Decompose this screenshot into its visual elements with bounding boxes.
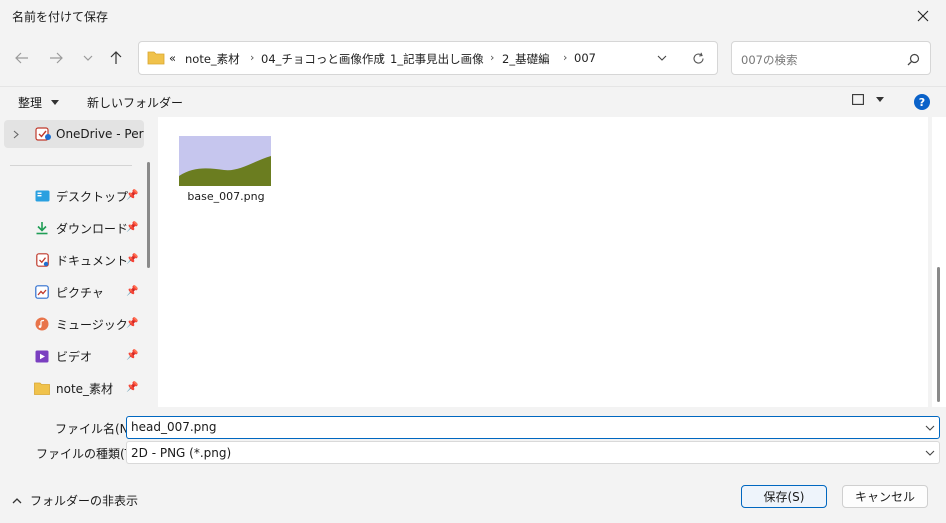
close-icon <box>917 10 929 22</box>
forward-button[interactable] <box>42 44 70 72</box>
filetype-select[interactable]: 2D - PNG (*.png) <box>126 441 940 464</box>
hide-folders-label: フォルダーの非表示 <box>30 494 139 508</box>
chevron-down-icon[interactable] <box>657 55 667 61</box>
cancel-button[interactable]: キャンセル <box>842 485 928 508</box>
breadcrumb-separator-icon: › <box>490 51 495 64</box>
sidebar-scrollbar-thumb[interactable] <box>147 162 150 268</box>
command-bar: 整理 新しいフォルダー ? <box>0 86 946 116</box>
help-icon[interactable]: ? <box>914 94 930 110</box>
navigation-pane: OneDrive - Perso デスクトップ 📌 ダウンロード 📌 ドキュメン… <box>0 117 158 407</box>
view-options-button[interactable] <box>852 94 884 105</box>
save-button[interactable]: 保存(S) <box>741 485 827 508</box>
sidebar-item-label: note_素材 <box>56 381 114 396</box>
search-placeholder: 007の検索 <box>741 53 798 67</box>
chevron-up-icon <box>12 497 22 503</box>
onedrive-icon <box>35 127 51 141</box>
sidebar-item-label: ミュージック <box>56 317 128 332</box>
recent-locations-button[interactable] <box>74 44 102 72</box>
sidebar-item-onedrive[interactable]: OneDrive - Perso <box>4 120 144 148</box>
download-icon <box>34 220 50 236</box>
folder-icon <box>34 380 50 396</box>
arrow-left-icon <box>15 52 28 64</box>
chevron-right-icon[interactable] <box>13 130 19 139</box>
new-folder-button[interactable]: 新しいフォルダー <box>87 94 183 111</box>
caret-down-icon <box>876 97 884 102</box>
filetype-value: 2D - PNG (*.png) <box>131 446 232 460</box>
pin-icon[interactable]: 📌 <box>126 286 138 297</box>
video-icon <box>34 348 50 364</box>
pin-icon[interactable]: 📌 <box>126 222 138 233</box>
breadcrumb-item[interactable]: note_素材 <box>185 51 240 67</box>
sidebar-item-label: デスクトップ <box>56 189 129 204</box>
sidebar-divider <box>10 165 132 166</box>
sidebar-item-label: ドキュメント <box>56 253 129 268</box>
document-icon <box>34 252 50 268</box>
breadcrumb-item[interactable]: 1_記事見出し画像 <box>390 51 484 67</box>
title-bar: 名前を付けて保存 <box>0 0 946 32</box>
breadcrumb-item-current[interactable]: 007 <box>574 51 596 65</box>
pictures-icon <box>34 284 50 300</box>
window-title: 名前を付けて保存 <box>12 10 109 24</box>
search-box[interactable]: 007の検索 <box>731 41 931 75</box>
breadcrumb-overflow[interactable]: « <box>169 51 176 65</box>
pin-icon[interactable]: 📌 <box>126 350 138 361</box>
close-button[interactable] <box>900 0 946 32</box>
breadcrumb-separator-icon: › <box>250 51 255 64</box>
folder-icon <box>147 51 165 65</box>
up-button[interactable] <box>102 44 130 72</box>
breadcrumb-item[interactable]: 2_基礎編 <box>502 51 550 67</box>
sidebar-item-label: ビデオ <box>56 349 93 364</box>
filename-value: head_007.png <box>131 420 217 434</box>
view-icon <box>852 94 864 105</box>
filename-input[interactable]: head_007.png <box>126 416 940 439</box>
arrow-up-icon <box>110 51 122 64</box>
file-item[interactable]: base_007.png <box>178 136 274 206</box>
music-icon <box>34 316 50 332</box>
content-scrollbar[interactable] <box>932 117 946 407</box>
arrow-right-icon <box>50 52 63 64</box>
chevron-down-icon <box>83 55 93 61</box>
file-list: base_007.png <box>158 117 928 407</box>
pin-icon[interactable]: 📌 <box>126 190 138 201</box>
breadcrumb-separator-icon: › <box>563 51 568 64</box>
pin-icon[interactable]: 📌 <box>126 382 138 393</box>
caret-down-icon <box>51 100 60 105</box>
desktop-icon <box>34 188 50 204</box>
pin-icon[interactable]: 📌 <box>126 318 138 329</box>
sidebar-item-label: ダウンロード <box>56 221 129 236</box>
hide-folders-button[interactable]: フォルダーの非表示 <box>12 492 138 509</box>
chevron-down-icon[interactable] <box>925 450 935 456</box>
sidebar-item-label: OneDrive - Perso <box>56 127 144 141</box>
address-bar[interactable]: « note_素材 › 04_チョコっと画像作成 › 1_記事見出し画像 › 2… <box>138 41 718 75</box>
chevron-down-icon[interactable] <box>925 425 935 431</box>
breadcrumb-separator-icon: › <box>379 51 384 64</box>
file-name: base_007.png <box>187 190 265 203</box>
file-thumbnail <box>179 136 271 186</box>
refresh-icon[interactable] <box>692 52 705 65</box>
pin-icon[interactable]: 📌 <box>126 254 138 265</box>
organize-button[interactable]: 整理 <box>18 94 60 111</box>
scrollbar-thumb[interactable] <box>937 267 940 402</box>
breadcrumb-item[interactable]: 04_チョコっと画像作成 <box>261 51 385 67</box>
save-form: ファイル名(N): head_007.png ファイルの種類(T): 2D - … <box>0 407 946 523</box>
sidebar-item-label: ピクチャ <box>56 285 104 300</box>
back-button[interactable] <box>8 44 36 72</box>
organize-label: 整理 <box>18 96 43 110</box>
search-icon[interactable] <box>907 53 920 66</box>
